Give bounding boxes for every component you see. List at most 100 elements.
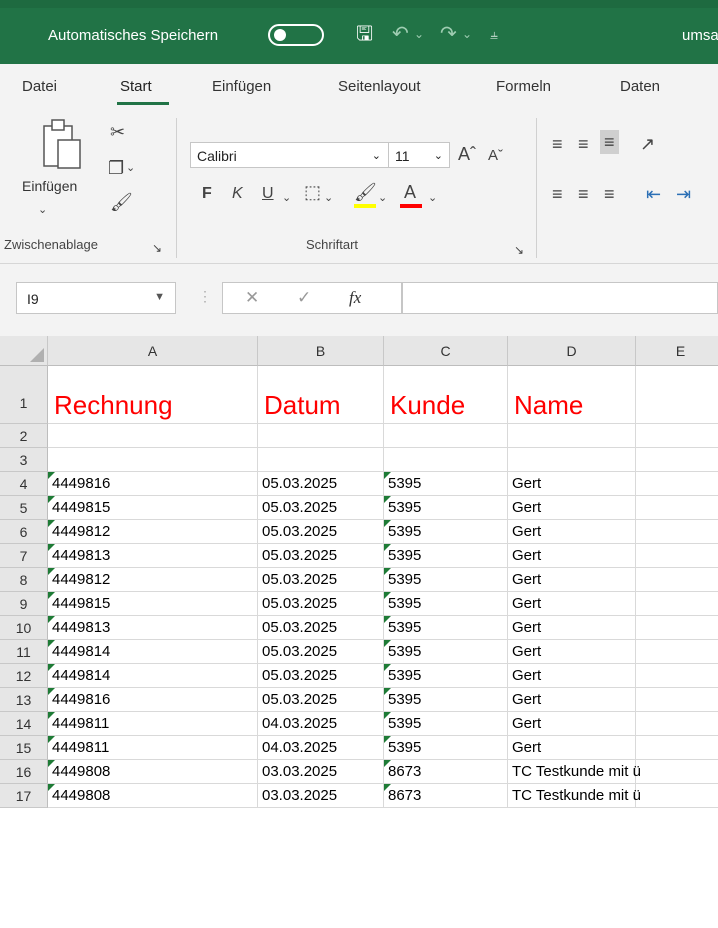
- error-indicator-icon[interactable]: [48, 496, 55, 503]
- cell-e13[interactable]: [636, 688, 718, 712]
- align-top-icon[interactable]: ≡: [552, 134, 563, 154]
- orientation-icon[interactable]: ↗: [640, 134, 655, 154]
- row-header[interactable]: 11: [0, 640, 48, 664]
- cell-a4[interactable]: 4449816: [48, 472, 258, 496]
- cell-c13[interactable]: 5395: [384, 688, 508, 712]
- row-header[interactable]: 1: [0, 366, 48, 424]
- cell-a11[interactable]: 4449814: [48, 640, 258, 664]
- name-box[interactable]: I9 ▼: [16, 282, 176, 314]
- tab-daten[interactable]: Daten: [620, 78, 660, 95]
- enter-icon[interactable]: ✓: [297, 288, 311, 308]
- cell-e6[interactable]: [636, 520, 718, 544]
- error-indicator-icon[interactable]: [48, 712, 55, 719]
- undo-icon[interactable]: ↶: [392, 22, 409, 46]
- cancel-icon[interactable]: ✕: [245, 288, 259, 308]
- error-indicator-icon[interactable]: [384, 784, 391, 791]
- cell-a6[interactable]: 4449812: [48, 520, 258, 544]
- cell-a1[interactable]: Rechnung: [48, 366, 258, 424]
- error-indicator-icon[interactable]: [48, 664, 55, 671]
- customize-toolbar-icon[interactable]: ⫨: [490, 22, 498, 46]
- row-header[interactable]: 3: [0, 448, 48, 472]
- cell-c3[interactable]: [384, 448, 508, 472]
- cell-a13[interactable]: 4449816: [48, 688, 258, 712]
- cell-d3[interactable]: [508, 448, 636, 472]
- cell-d2[interactable]: [508, 424, 636, 448]
- cell-a9[interactable]: 4449815: [48, 592, 258, 616]
- cell-a16[interactable]: 4449808: [48, 760, 258, 784]
- borders-dropdown-icon[interactable]: ⌄: [324, 188, 333, 208]
- cell-e7[interactable]: [636, 544, 718, 568]
- cell-e17[interactable]: [636, 784, 718, 808]
- column-header-d[interactable]: D: [508, 336, 636, 366]
- font-size-combobox[interactable]: 11 ⌄: [388, 142, 450, 168]
- error-indicator-icon[interactable]: [384, 520, 391, 527]
- fill-color-icon[interactable]: 🖌: [354, 182, 377, 202]
- error-indicator-icon[interactable]: [48, 784, 55, 791]
- redo-icon[interactable]: ↷: [440, 22, 457, 46]
- row-header[interactable]: 7: [0, 544, 48, 568]
- row-header[interactable]: 15: [0, 736, 48, 760]
- fill-dropdown-icon[interactable]: ⌄: [378, 188, 387, 208]
- cell-c15[interactable]: 5395: [384, 736, 508, 760]
- cell-b7[interactable]: 05.03.2025: [258, 544, 384, 568]
- align-bottom-icon[interactable]: ≡: [600, 130, 619, 154]
- cell-b5[interactable]: 05.03.2025: [258, 496, 384, 520]
- error-indicator-icon[interactable]: [48, 544, 55, 551]
- format-painter-icon[interactable]: 🖌: [110, 192, 133, 212]
- cell-a2[interactable]: [48, 424, 258, 448]
- cell-b16[interactable]: 03.03.2025: [258, 760, 384, 784]
- cut-icon[interactable]: ✂: [110, 122, 125, 142]
- cell-c2[interactable]: [384, 424, 508, 448]
- font-color-dropdown-icon[interactable]: ⌄: [428, 188, 437, 208]
- cell-d10[interactable]: Gert: [508, 616, 636, 640]
- error-indicator-icon[interactable]: [384, 592, 391, 599]
- row-header[interactable]: 10: [0, 616, 48, 640]
- copy-icon[interactable]: ❐: [108, 158, 124, 178]
- cell-d8[interactable]: Gert: [508, 568, 636, 592]
- cell-b2[interactable]: [258, 424, 384, 448]
- cell-d4[interactable]: Gert: [508, 472, 636, 496]
- cell-b6[interactable]: 05.03.2025: [258, 520, 384, 544]
- cell-a15[interactable]: 4449811: [48, 736, 258, 760]
- align-right-icon[interactable]: ≡: [604, 184, 615, 204]
- save-icon[interactable]: 🖫: [356, 22, 373, 46]
- cell-e4[interactable]: [636, 472, 718, 496]
- error-indicator-icon[interactable]: [48, 736, 55, 743]
- cell-b15[interactable]: 04.03.2025: [258, 736, 384, 760]
- decrease-font-icon[interactable]: Aˇ: [488, 146, 503, 166]
- cell-e10[interactable]: [636, 616, 718, 640]
- cell-c10[interactable]: 5395: [384, 616, 508, 640]
- select-all-corner[interactable]: [0, 336, 48, 366]
- cell-b12[interactable]: 05.03.2025: [258, 664, 384, 688]
- cell-a10[interactable]: 4449813: [48, 616, 258, 640]
- cell-c11[interactable]: 5395: [384, 640, 508, 664]
- error-indicator-icon[interactable]: [384, 568, 391, 575]
- increase-font-icon[interactable]: Aˆ: [458, 144, 476, 164]
- font-name-combobox[interactable]: Calibri ⌄: [190, 142, 412, 168]
- cell-b17[interactable]: 03.03.2025: [258, 784, 384, 808]
- cell-e14[interactable]: [636, 712, 718, 736]
- error-indicator-icon[interactable]: [48, 688, 55, 695]
- row-header[interactable]: 6: [0, 520, 48, 544]
- tab-datei[interactable]: Datei: [22, 78, 57, 95]
- cell-c16[interactable]: 8673: [384, 760, 508, 784]
- cell-d17[interactable]: TC Testkunde mit ü: [508, 784, 641, 808]
- cell-e11[interactable]: [636, 640, 718, 664]
- cell-d7[interactable]: Gert: [508, 544, 636, 568]
- bold-button[interactable]: F: [202, 184, 212, 204]
- redo-dropdown-icon[interactable]: ⌄: [462, 22, 472, 46]
- cell-c14[interactable]: 5395: [384, 712, 508, 736]
- column-header-c[interactable]: C: [384, 336, 508, 366]
- cell-d12[interactable]: Gert: [508, 664, 636, 688]
- row-header[interactable]: 12: [0, 664, 48, 688]
- cell-c5[interactable]: 5395: [384, 496, 508, 520]
- font-launcher-icon[interactable]: ↘: [514, 240, 524, 260]
- error-indicator-icon[interactable]: [384, 616, 391, 623]
- decrease-indent-icon[interactable]: ⇤: [646, 184, 661, 204]
- cell-d16[interactable]: TC Testkunde mit ü: [508, 760, 641, 784]
- clipboard-launcher-icon[interactable]: ↘: [152, 238, 162, 258]
- column-header-b[interactable]: B: [258, 336, 384, 366]
- row-header[interactable]: 17: [0, 784, 48, 808]
- cell-a5[interactable]: 4449815: [48, 496, 258, 520]
- cell-e9[interactable]: [636, 592, 718, 616]
